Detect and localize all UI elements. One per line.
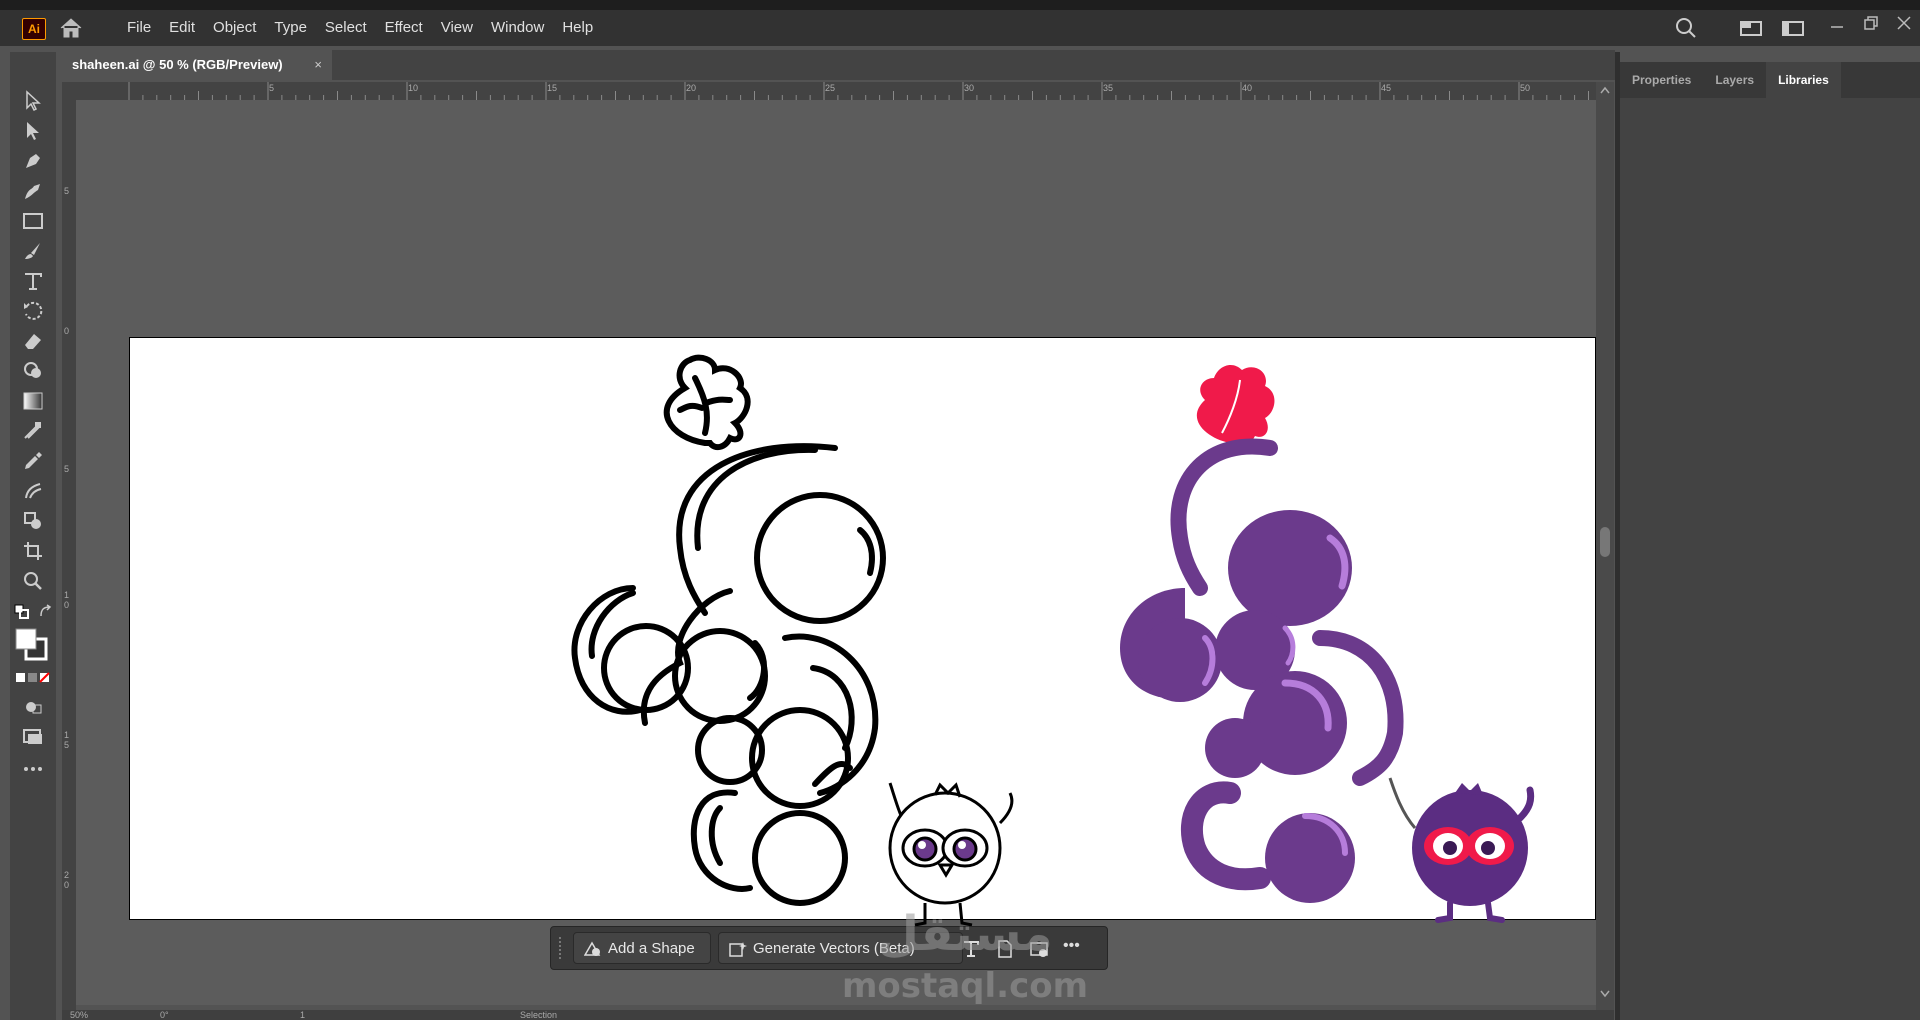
rotation-angle[interactable]: 0° [160, 1010, 169, 1020]
minimize-icon[interactable] [1828, 16, 1846, 34]
document-tab[interactable]: shaheen.ai @ 50 % (RGB/Preview) × [60, 50, 332, 80]
curvature-tool-icon[interactable] [22, 180, 44, 202]
shape-icon [584, 941, 601, 956]
fill-stroke-swatch[interactable] [14, 627, 50, 663]
menu-select[interactable]: Select [316, 10, 376, 46]
tools-panel [10, 52, 56, 1020]
menu-bar: Ai File Edit Object Type Select Effect V… [0, 10, 1920, 46]
swap-colors-icon[interactable] [38, 604, 54, 620]
gradient-tool-icon[interactable] [22, 390, 44, 412]
scroll-thumb[interactable] [1600, 527, 1610, 557]
symbol-sprayer-tool-icon[interactable] [22, 480, 44, 502]
menu-edit[interactable]: Edit [160, 10, 204, 46]
add-shape-button[interactable]: Add a Shape [573, 932, 711, 964]
ruler-label: 25 [825, 83, 836, 93]
live-paint-icon[interactable] [22, 510, 44, 532]
colored-mascot[interactable] [1380, 758, 1580, 923]
image-icon[interactable] [1029, 939, 1049, 959]
ruler-label: 10 [408, 83, 419, 93]
ruler-label: 50 [1520, 83, 1531, 93]
ruler-label: 1 0 [64, 590, 70, 610]
drag-handle[interactable] [559, 937, 565, 959]
ruler-label: 40 [1242, 83, 1253, 93]
scroll-up-icon[interactable] [1600, 86, 1610, 94]
add-shape-label: Add a Shape [608, 940, 695, 957]
paintbrush-tool-icon[interactable] [22, 240, 44, 262]
generate-vectors-label: Generate Vectors (Beta) [753, 940, 915, 957]
artboard-tool-icon[interactable] [22, 540, 44, 562]
ruler-label: 30 [964, 83, 975, 93]
vertical-scrollbar[interactable] [1596, 82, 1614, 1010]
ruler-corner [62, 82, 76, 100]
menu-type[interactable]: Type [265, 10, 316, 46]
status-bar: 50% 0° 1 Selection [62, 1010, 1614, 1020]
ruler-label: 5 [64, 186, 70, 196]
close-window-icon[interactable] [1895, 14, 1913, 32]
ruler-label: 45 [1381, 83, 1392, 93]
zoom-tool-icon[interactable] [22, 570, 44, 592]
ruler-label: 35 [1103, 83, 1114, 93]
ruler-label: 1 5 [64, 730, 70, 750]
ruler-label: 2 0 [64, 870, 70, 890]
shape-builder-tool-icon[interactable] [22, 360, 44, 382]
outline-mascot[interactable] [870, 763, 1050, 928]
artboard-number[interactable]: 1 [300, 1010, 305, 1020]
panel-tabs: Properties Layers Libraries [1620, 62, 1920, 98]
blend-tool-icon[interactable] [22, 420, 44, 442]
ruler-label: 15 [547, 83, 558, 93]
outline-grape-illustration[interactable] [530, 338, 1170, 921]
default-colors-icon[interactable] [14, 604, 30, 620]
menu-window[interactable]: Window [482, 10, 553, 46]
right-panel: Properties Layers Libraries [1620, 62, 1920, 1020]
ruler-label: 5 [64, 464, 70, 474]
contextual-task-bar: Add a Shape Generate Vectors (Beta) ••• [550, 926, 1108, 970]
menu-help[interactable]: Help [553, 10, 602, 46]
rectangle-tool-icon[interactable] [22, 210, 44, 232]
document-tab-bar: shaheen.ai @ 50 % (RGB/Preview) × [60, 50, 1615, 80]
eyedropper-tool-icon[interactable] [22, 450, 44, 472]
type-tool-icon[interactable] [22, 270, 44, 292]
menu-file[interactable]: File [118, 10, 160, 46]
horizontal-ruler[interactable]: 5 10 15 20 25 30 35 40 45 50 [76, 82, 1596, 101]
eraser-tool-icon[interactable] [22, 330, 44, 352]
scroll-down-icon[interactable] [1600, 990, 1610, 998]
menu-effect[interactable]: Effect [376, 10, 432, 46]
direct-selection-tool-icon[interactable] [22, 120, 44, 142]
document-tab-title: shaheen.ai @ 50 % (RGB/Preview) [72, 57, 283, 72]
close-tab-icon[interactable]: × [314, 50, 322, 80]
draw-mode-icon[interactable] [22, 696, 44, 718]
more-options-icon[interactable]: ••• [1063, 937, 1080, 955]
ruler-label: 5 [269, 83, 275, 93]
restore-icon[interactable] [1862, 14, 1880, 32]
current-tool: Selection [520, 1010, 558, 1020]
arrange-documents-icon[interactable] [1782, 19, 1804, 37]
color-mode-icons[interactable] [16, 672, 52, 684]
tab-properties[interactable]: Properties [1620, 62, 1703, 98]
document-icon[interactable] [995, 939, 1015, 959]
tab-libraries[interactable]: Libraries [1766, 62, 1841, 98]
rotate-tool-icon[interactable] [22, 300, 44, 322]
screen-mode-icon[interactable] [22, 726, 44, 748]
generate-vectors-button[interactable]: Generate Vectors (Beta) [718, 932, 963, 964]
home-icon[interactable] [58, 16, 84, 40]
app-logo: Ai [22, 18, 46, 40]
more-tools-icon[interactable] [22, 758, 44, 780]
search-icon[interactable] [1675, 17, 1697, 39]
top-strip [0, 0, 1920, 10]
workspace-icon[interactable] [1740, 19, 1762, 37]
menu-view[interactable]: View [432, 10, 482, 46]
artboard[interactable] [129, 337, 1596, 927]
vertical-ruler[interactable]: 5 0 5 1 0 1 5 2 0 [62, 100, 76, 1010]
selection-tool-icon[interactable] [22, 90, 44, 112]
generate-icon [729, 942, 747, 957]
main-menu: File Edit Object Type Select Effect View… [118, 10, 602, 46]
tab-layers[interactable]: Layers [1703, 62, 1766, 98]
pen-tool-icon[interactable] [22, 150, 44, 172]
menu-object[interactable]: Object [204, 10, 265, 46]
zoom-level[interactable]: 50% [70, 1010, 88, 1020]
text-icon[interactable] [961, 939, 981, 959]
ruler-label: 0 [64, 326, 70, 336]
ruler-label: 20 [686, 83, 697, 93]
ruler-ticks [128, 82, 1589, 100]
